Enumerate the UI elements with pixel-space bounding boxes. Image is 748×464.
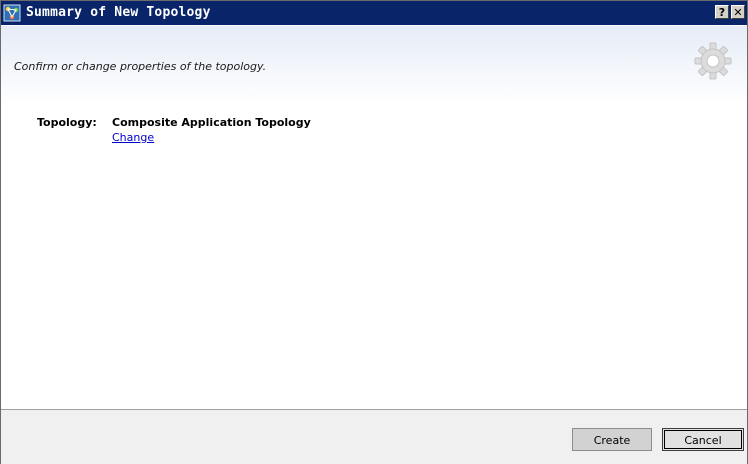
topology-value: Composite Application Topology [112, 116, 311, 129]
close-button[interactable]: ✕ [731, 5, 745, 19]
create-button[interactable]: Create [572, 428, 652, 451]
cancel-button[interactable]: Cancel [662, 428, 744, 451]
header-band: Confirm or change properties of the topo… [1, 26, 747, 106]
dialog-window: Summary of New Topology ? ✕ Confirm or c… [0, 0, 748, 464]
properties-section: Topology: Composite Application Topology… [1, 106, 747, 408]
help-button[interactable]: ? [715, 5, 729, 19]
topology-label: Topology: [37, 116, 97, 129]
gear-icon [694, 42, 732, 80]
footer-bar: Create Cancel [1, 409, 747, 464]
header-subtitle: Confirm or change properties of the topo… [14, 60, 267, 73]
topology-app-icon [3, 4, 21, 22]
title-bar[interactable]: Summary of New Topology ? ✕ [1, 1, 747, 25]
change-link[interactable]: Change [112, 131, 154, 144]
window-title: Summary of New Topology [26, 5, 211, 20]
